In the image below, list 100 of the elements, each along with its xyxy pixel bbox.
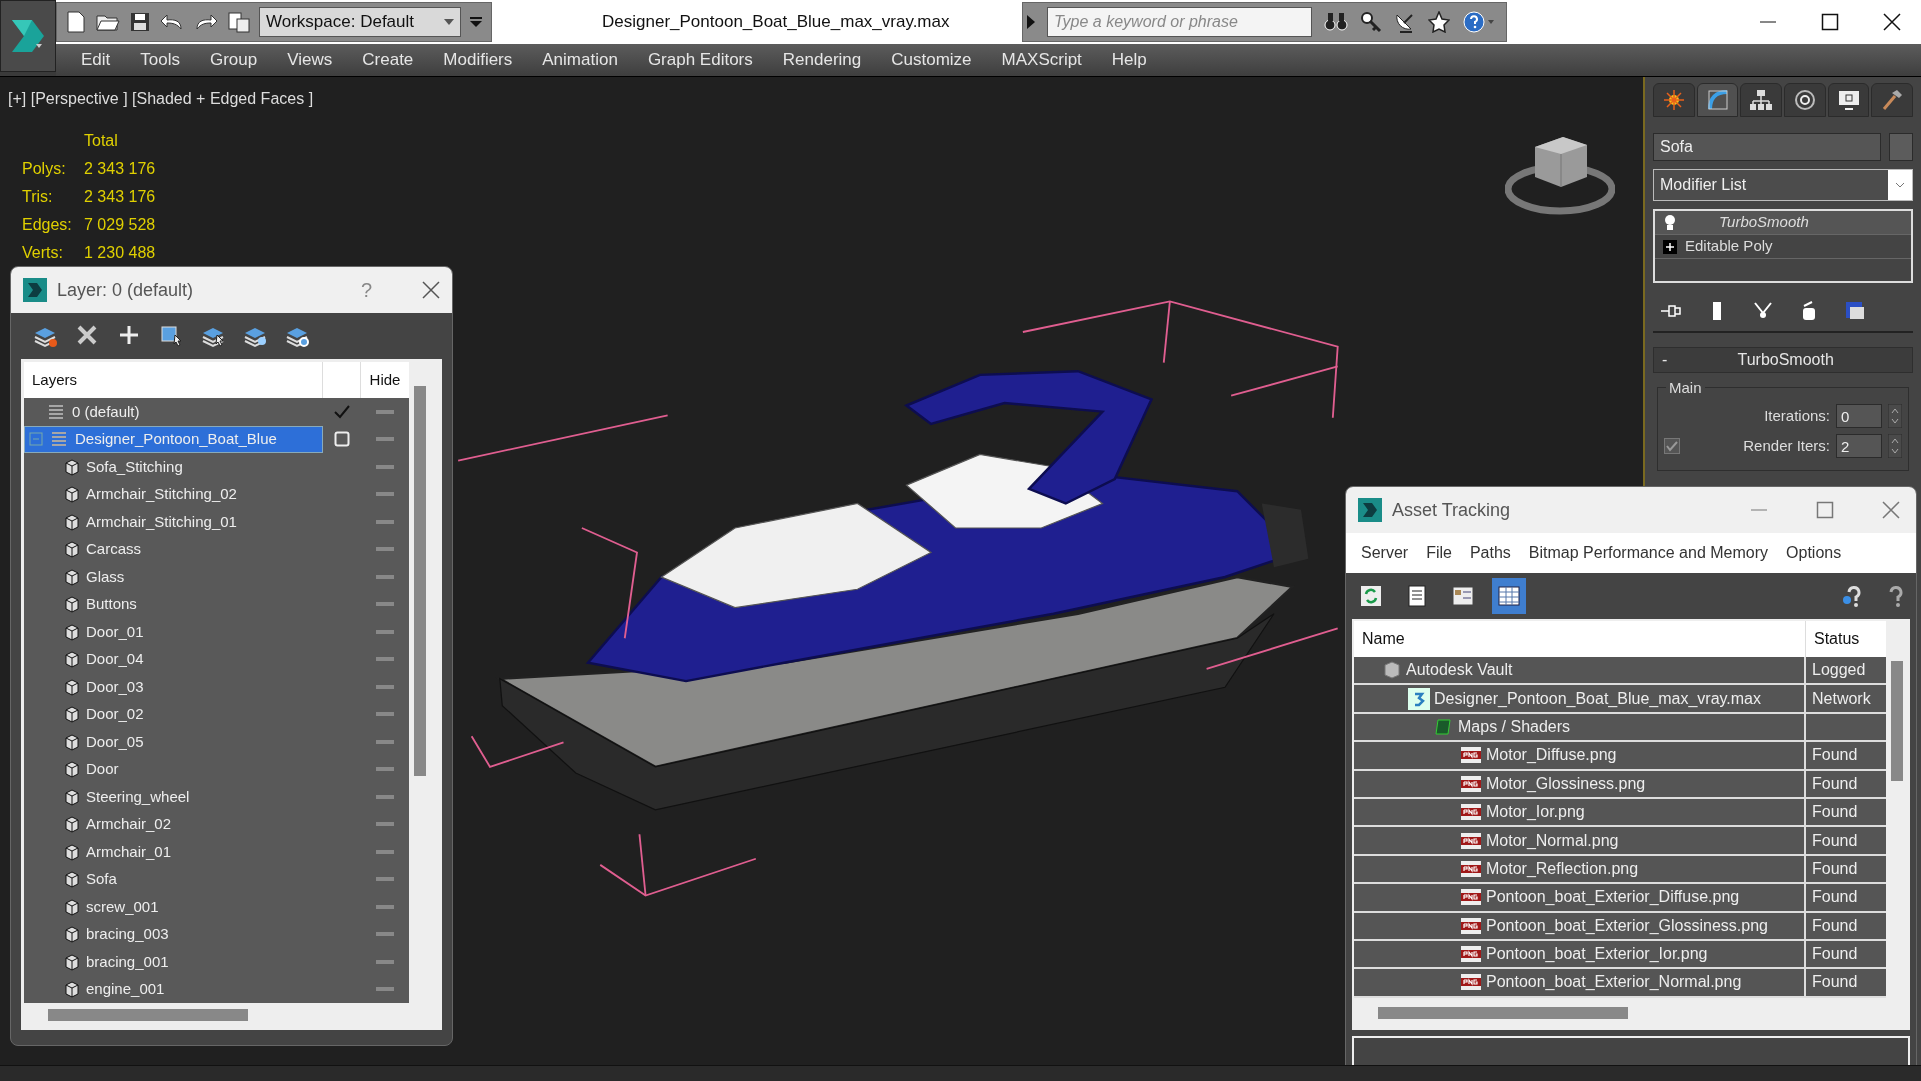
layer-name[interactable]: 0 (default): [72, 400, 140, 423]
overflow-menu-icon[interactable]: [469, 15, 484, 29]
asset-name[interactable]: Motor_Glossiness.png: [1486, 771, 1646, 796]
hide-toggle-icon[interactable]: [376, 464, 394, 469]
menu-item[interactable]: Tools: [125, 47, 195, 73]
hide-toggle-icon[interactable]: [376, 712, 394, 717]
menu-item[interactable]: Rendering: [767, 47, 877, 73]
spinner-field[interactable]: 0: [1836, 404, 1882, 428]
hide-toggle-icon[interactable]: [376, 684, 394, 689]
menu-item[interactable]: Modifiers: [428, 47, 528, 73]
command-tab[interactable]: [1871, 83, 1914, 117]
menu-item[interactable]: Group: [195, 47, 273, 73]
menu-item[interactable]: Animation: [527, 47, 633, 73]
color-swatch[interactable]: [1889, 133, 1913, 161]
asset-name[interactable]: Pontoon_boat_Exterior_Normal.png: [1486, 970, 1742, 995]
key-icon[interactable]: [1360, 11, 1383, 33]
scrollbar-thumb[interactable]: [1378, 1006, 1628, 1019]
object-name[interactable]: engine_001: [86, 978, 165, 1001]
hide-toggle-icon[interactable]: [376, 904, 394, 909]
hide-toggle-icon[interactable]: [376, 602, 394, 607]
save-icon[interactable]: [129, 11, 151, 33]
collapse-toggle-icon[interactable]: [29, 432, 43, 447]
asset-name[interactable]: Maps / Shaders: [1458, 714, 1571, 739]
modifier-name[interactable]: Editable Poly: [1685, 235, 1773, 258]
object-name[interactable]: Door_04: [86, 648, 144, 671]
command-tab[interactable]: [1740, 83, 1782, 117]
hide-toggle-icon[interactable]: [376, 932, 394, 937]
hide-toggle-icon[interactable]: [376, 849, 394, 854]
asset-name[interactable]: Motor_Diffuse.png: [1486, 743, 1617, 768]
checkbox[interactable]: [1664, 438, 1680, 454]
menu-item[interactable]: Paths: [1460, 541, 1520, 565]
menu-item[interactable]: File: [1417, 541, 1461, 565]
spinner-arrows-icon[interactable]: [1888, 404, 1902, 428]
asset-name[interactable]: Pontoon_boat_Exterior_Ior.png: [1486, 942, 1708, 967]
light-bulb-icon[interactable]: [1663, 213, 1677, 232]
asset-name[interactable]: Pontoon_boat_Exterior_Diffuse.png: [1486, 885, 1740, 910]
asset-name[interactable]: Pontoon_boat_Exterior_Glossiness.png: [1486, 913, 1768, 938]
expand-icon[interactable]: [1663, 239, 1677, 254]
expand-arrow-icon[interactable]: [1027, 15, 1036, 29]
spinner-field[interactable]: 2: [1836, 434, 1882, 458]
workspace-dropdown[interactable]: Workspace: Default: [259, 7, 462, 37]
asset-name[interactable]: Motor_Normal.png: [1486, 828, 1619, 853]
checkmark-icon[interactable]: [333, 403, 351, 420]
hide-toggle-icon[interactable]: [376, 739, 394, 744]
close-icon[interactable]: [1883, 13, 1901, 31]
object-name[interactable]: Door_02: [86, 703, 144, 726]
hide-toggle-icon[interactable]: [376, 547, 394, 552]
maximize-icon[interactable]: [1821, 13, 1839, 31]
object-name[interactable]: Glass: [86, 565, 125, 588]
command-tab[interactable]: [1784, 83, 1826, 117]
hide-toggle-icon[interactable]: [376, 877, 394, 882]
binoculars-icon[interactable]: [1324, 11, 1349, 33]
viewport-label[interactable]: [+] [Perspective ] [Shaded + Edged Faces ]: [8, 87, 314, 111]
hide-toggle-icon[interactable]: [376, 409, 394, 414]
scrollbar-thumb[interactable]: [1891, 661, 1903, 781]
hide-toggle-icon[interactable]: [376, 437, 394, 442]
menu-item[interactable]: Create: [347, 47, 429, 73]
object-name[interactable]: Buttons: [86, 593, 137, 616]
menu-item[interactable]: Options: [1777, 541, 1851, 565]
menu-item[interactable]: Customize: [876, 47, 987, 73]
hide-toggle-icon[interactable]: [376, 987, 394, 992]
hide-toggle-icon[interactable]: [376, 629, 394, 634]
hide-toggle-icon[interactable]: [376, 959, 394, 964]
star-icon[interactable]: [1428, 11, 1451, 33]
object-name[interactable]: Armchair_02: [86, 813, 172, 836]
asset-name[interactable]: Designer_Pontoon_Boat_Blue_max_vray.max: [1434, 686, 1761, 711]
object-name[interactable]: Sofa: [86, 868, 117, 891]
hide-toggle-icon[interactable]: [376, 492, 394, 497]
object-name[interactable]: screw_001: [86, 895, 159, 918]
hide-toggle-icon[interactable]: [376, 519, 394, 524]
command-tab[interactable]: [1827, 83, 1870, 117]
hide-toggle-icon[interactable]: [376, 657, 394, 662]
asset-name[interactable]: Autodesk Vault: [1406, 658, 1513, 683]
hide-toggle-icon[interactable]: [376, 822, 394, 827]
object-name[interactable]: bracing_003: [86, 923, 169, 946]
object-name[interactable]: Sofa_Stitching: [86, 455, 183, 478]
hide-toggle-icon[interactable]: [376, 794, 394, 799]
object-name[interactable]: Door_05: [86, 730, 144, 753]
view-mode-button[interactable]: [1492, 578, 1526, 614]
object-name[interactable]: Door: [86, 758, 119, 781]
object-name[interactable]: bracing_001: [86, 950, 169, 973]
menu-item[interactable]: Edit: [66, 47, 126, 73]
object-name[interactable]: Carcass: [86, 538, 141, 561]
scrollbar-thumb[interactable]: [48, 1009, 248, 1021]
menu-item[interactable]: Help: [1096, 47, 1162, 73]
asset-name[interactable]: Motor_Reflection.png: [1486, 856, 1639, 881]
object-name-field[interactable]: Sofa: [1653, 133, 1881, 161]
object-name[interactable]: Door_01: [86, 620, 144, 643]
menu-item[interactable]: Server: [1352, 541, 1418, 565]
menu-item[interactable]: Bitmap Performance and Memory: [1519, 541, 1778, 565]
modifier-list-dropdown[interactable]: Modifier List: [1653, 169, 1913, 201]
object-name[interactable]: Armchair_Stitching_01: [86, 510, 237, 533]
spinner-arrows-icon[interactable]: [1888, 434, 1902, 458]
project-folder-icon[interactable]: [227, 10, 251, 34]
command-tab[interactable]: [1653, 83, 1695, 117]
hide-toggle-icon[interactable]: [376, 574, 394, 579]
command-tab[interactable]: [1696, 83, 1739, 117]
object-name[interactable]: Armchair_Stitching_02: [86, 483, 237, 506]
help-icon[interactable]: [1462, 10, 1497, 34]
menu-item[interactable]: Graph Editors: [632, 47, 768, 73]
